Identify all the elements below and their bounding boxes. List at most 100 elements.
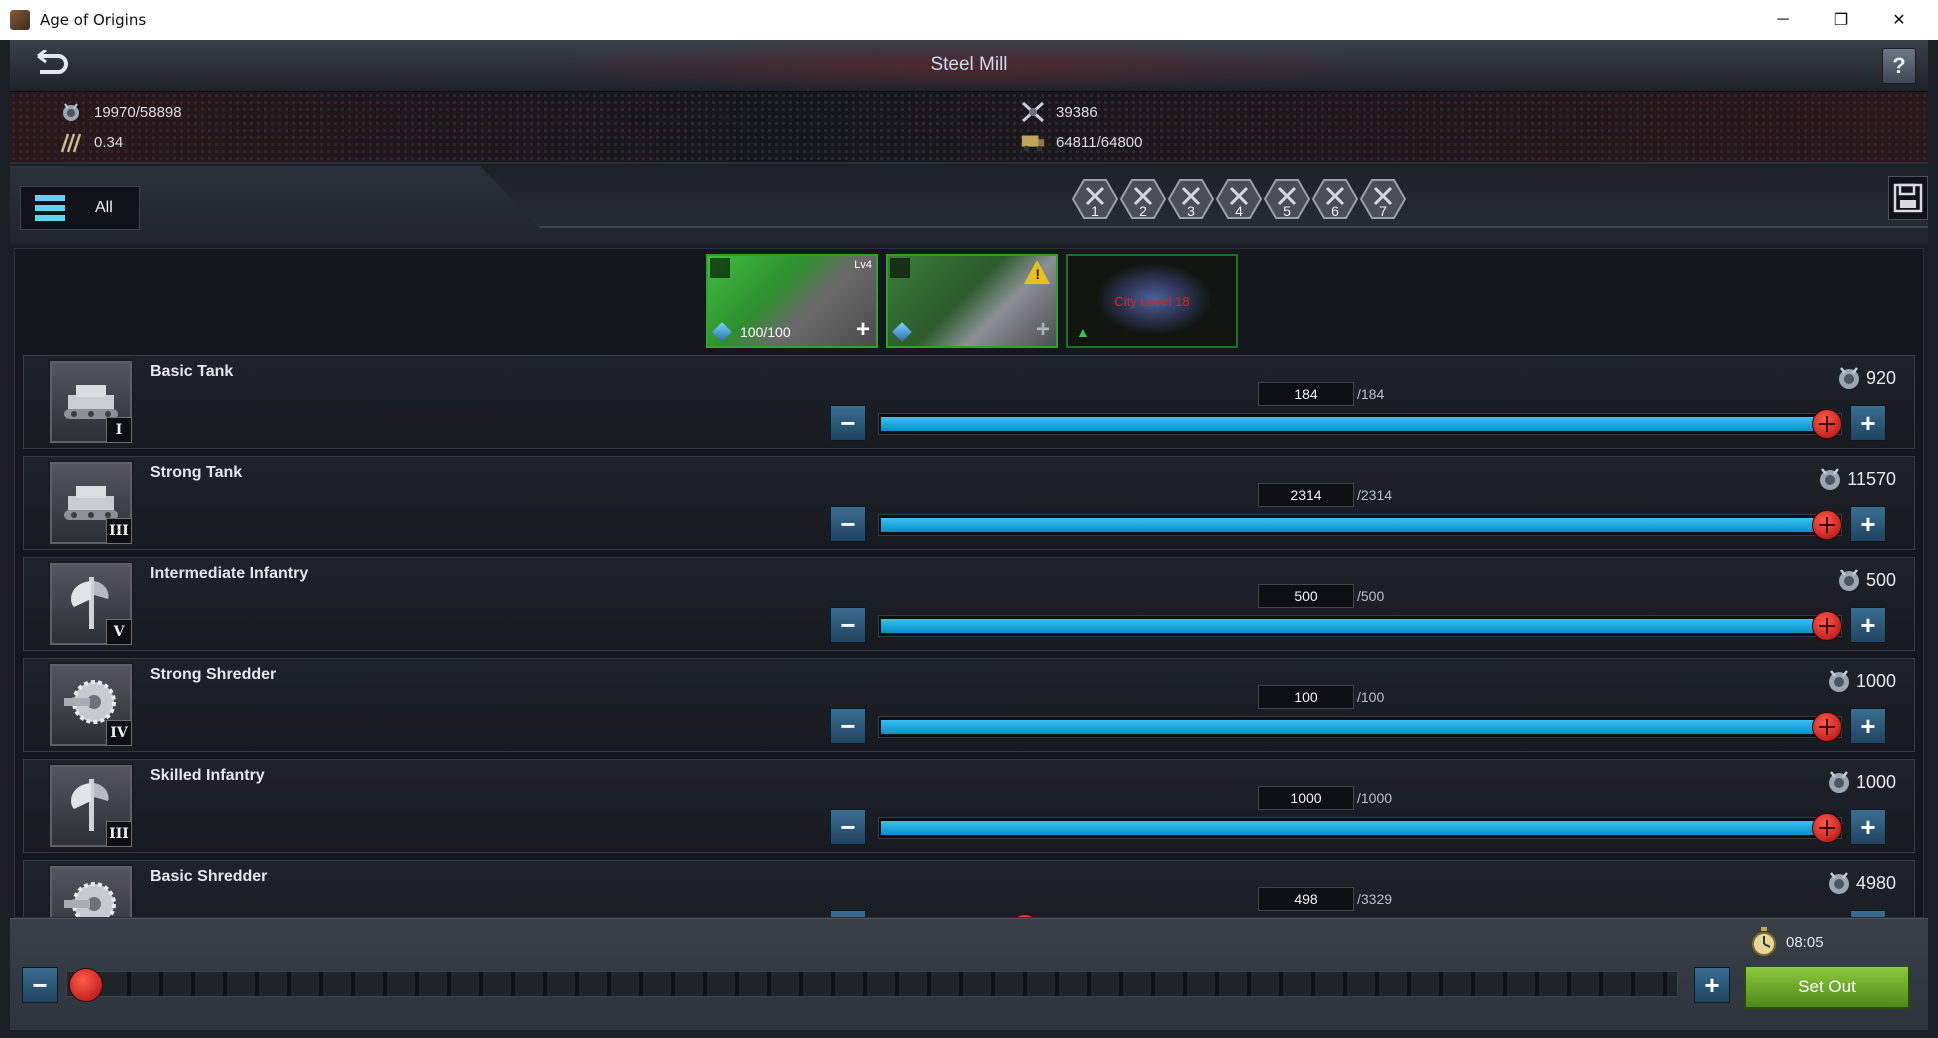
list-icon: [35, 195, 65, 221]
minimize-button[interactable]: ─: [1754, 0, 1812, 40]
increase-troop-button[interactable]: +: [1850, 910, 1886, 917]
troop-slider[interactable]: [878, 611, 1842, 641]
troop-row: Basic Shredder 4980/3329 − +: [23, 860, 1915, 917]
slider-thumb[interactable]: [1812, 611, 1842, 641]
save-icon: [1893, 183, 1923, 213]
troop-power: 4980: [1824, 868, 1896, 898]
save-formation-button[interactable]: [1888, 176, 1928, 220]
troop-quantity-input[interactable]: [1258, 887, 1354, 911]
decrease-troop-button[interactable]: −: [830, 405, 866, 441]
saw-icon: IV: [48, 662, 134, 748]
increase-troop-button[interactable]: +: [1850, 405, 1886, 441]
load-value: 19970/58898: [94, 103, 182, 121]
load-stat: 19970/58898: [58, 100, 182, 124]
axe-icon: V: [48, 561, 134, 647]
decrease-troop-button[interactable]: −: [830, 506, 866, 542]
increase-all-button[interactable]: +: [1694, 967, 1730, 1003]
decrease-troop-button[interactable]: −: [830, 607, 866, 643]
preset-7[interactable]: 7: [1360, 178, 1406, 220]
troop-quantity-input[interactable]: [1258, 584, 1354, 608]
slider-fill: [881, 417, 1839, 431]
troop-quantity-input[interactable]: [1258, 382, 1354, 406]
tier-badge: III: [106, 821, 132, 847]
maximize-button[interactable]: ❐: [1812, 0, 1870, 40]
tier-badge: V: [106, 619, 132, 645]
page-header: Steel Mill ?: [10, 40, 1928, 92]
march-bottom-bar: − + 08:05 Set Out: [10, 918, 1928, 1030]
page-title: Steel Mill: [930, 54, 1008, 75]
troop-quantity-input[interactable]: [1258, 483, 1354, 507]
speed-value: 0.34: [94, 133, 124, 151]
preset-6[interactable]: 6: [1312, 178, 1358, 220]
axe-icon: III: [48, 763, 134, 849]
decrease-troop-button[interactable]: −: [830, 708, 866, 744]
troop-quantity-input[interactable]: [1258, 786, 1354, 810]
capacity-stat: 64811/64800: [1020, 130, 1142, 154]
troop-slider[interactable]: [878, 712, 1842, 742]
decrease-all-button[interactable]: −: [22, 967, 58, 1003]
tier-badge: IV: [106, 720, 132, 746]
window-title: Age of Origins: [40, 11, 147, 29]
increase-troop-button[interactable]: +: [1850, 809, 1886, 845]
hero-slot-2[interactable]: ! +: [886, 254, 1058, 348]
troop-power: 11570: [1815, 464, 1896, 494]
troop-name: Intermediate Infantry: [150, 565, 309, 582]
load-icon: [1838, 367, 1859, 389]
decrease-troop-button[interactable]: −: [830, 809, 866, 845]
troop-name: Basic Tank: [150, 363, 234, 380]
troop-max: /1000: [1357, 790, 1393, 806]
hero-level: Lv4: [854, 259, 872, 271]
troop-slider[interactable]: [878, 409, 1842, 439]
troop-filter-button[interactable]: All: [20, 186, 140, 230]
preset-4[interactable]: 4: [1216, 178, 1262, 220]
increase-troop-button[interactable]: +: [1850, 506, 1886, 542]
troop-max: /3329: [1357, 891, 1393, 907]
troop-quantity: /184: [1258, 382, 1384, 406]
preset-5[interactable]: 5: [1264, 178, 1310, 220]
crossed-swords-icon: [1020, 100, 1046, 124]
preset-2[interactable]: 2: [1120, 178, 1166, 220]
troop-max: /2314: [1357, 487, 1393, 503]
slider-thumb[interactable]: [1812, 409, 1842, 439]
troop-slider[interactable]: [878, 813, 1842, 843]
troop-row: I Basic Tank 920/184 − +: [23, 355, 1915, 449]
hero-energy: 100/100: [712, 322, 791, 342]
hero-slot-1[interactable]: Lv4 100/100 +: [706, 254, 878, 348]
tank-icon: III: [48, 460, 134, 546]
increase-troop-button[interactable]: +: [1850, 708, 1886, 744]
city-level-requirement: City Level 18: [1114, 294, 1190, 309]
add-energy-button[interactable]: +: [1036, 318, 1050, 342]
slider-thumb[interactable]: [1812, 813, 1842, 843]
increase-troop-button[interactable]: +: [1850, 607, 1886, 643]
app-window: Age of Origins ─ ❐ ✕ Steel Mill ? 19970/…: [0, 0, 1938, 1038]
slider-thumb[interactable]: [69, 968, 103, 1002]
load-icon: [1828, 670, 1849, 692]
vehicle-slot[interactable]: City Level 18 ▲: [1066, 254, 1238, 348]
preset-3[interactable]: 3: [1168, 178, 1214, 220]
close-button[interactable]: ✕: [1870, 0, 1928, 40]
march-slider[interactable]: [66, 968, 1678, 1002]
troop-max: /100: [1357, 689, 1385, 705]
troop-name: Strong Tank: [150, 464, 243, 481]
slider-thumb[interactable]: [1812, 510, 1842, 540]
chevron-up-icon: ▲: [1076, 324, 1090, 340]
set-out-button[interactable]: Set Out: [1744, 965, 1910, 1009]
decrease-troop-button[interactable]: −: [830, 910, 866, 917]
troop-quantity-input[interactable]: [1258, 685, 1354, 709]
window-titlebar: Age of Origins ─ ❐ ✕: [0, 0, 1938, 40]
troop-name: Skilled Infantry: [150, 767, 265, 784]
preset-1[interactable]: 1: [1072, 178, 1118, 220]
load-icon: [1828, 771, 1849, 793]
slider-fill: [881, 821, 1839, 835]
load-icon: [1838, 569, 1859, 591]
add-energy-button[interactable]: +: [856, 318, 870, 342]
stopwatch-icon: [1752, 927, 1776, 956]
troop-quantity: /3329: [1258, 887, 1392, 911]
help-button[interactable]: ?: [1882, 48, 1916, 84]
troop-quantity: /100: [1258, 685, 1384, 709]
slider-thumb[interactable]: [1812, 712, 1842, 742]
capacity-value: 64811/64800: [1056, 133, 1143, 151]
troop-row: III Strong Tank 11570/2314 − +: [23, 456, 1915, 550]
energy-icon: [712, 322, 732, 342]
troop-slider[interactable]: [878, 510, 1842, 540]
